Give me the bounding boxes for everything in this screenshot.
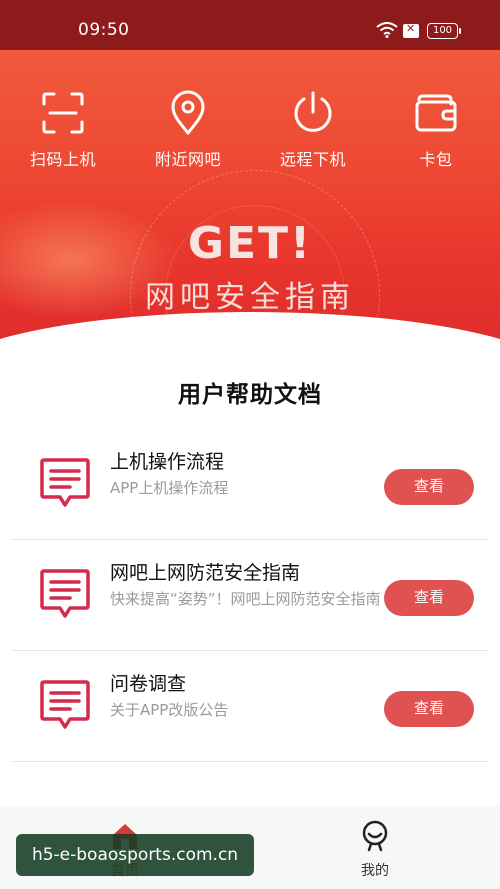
item-subtitle: 关于APP改版公告 xyxy=(110,701,229,719)
scan-icon xyxy=(42,92,84,134)
nearby-cafe-label: 附近网吧 xyxy=(154,150,221,169)
list-item[interactable]: 问卷调查 关于APP改版公告 查看 xyxy=(0,659,500,769)
document-icon xyxy=(40,569,90,618)
hero-banner: 扫码上机 附近网吧 远程下机 卡包 GET! 网吧安全指南 xyxy=(0,50,500,355)
view-button[interactable]: 查看 xyxy=(384,469,474,505)
power-icon xyxy=(294,91,332,132)
item-title: 上机操作流程 xyxy=(110,451,225,473)
status-time: 09:50 xyxy=(78,20,130,40)
wallet-label: 卡包 xyxy=(419,150,453,169)
view-button[interactable]: 查看 xyxy=(384,580,474,616)
wallet-icon xyxy=(415,94,457,132)
nearby-cafe-button[interactable]: 附近网吧 xyxy=(133,90,243,170)
scan-login-label: 扫码上机 xyxy=(29,150,96,169)
banner-headline: GET! xyxy=(187,218,313,269)
list-item[interactable]: 上机操作流程 APP上机操作流程 查看 xyxy=(0,437,500,547)
remote-logout-button[interactable]: 远程下机 xyxy=(258,90,368,170)
banner-subtitle: 网吧安全指南 xyxy=(145,280,355,315)
divider xyxy=(12,650,488,651)
wifi-icon xyxy=(376,22,398,38)
status-bar: 09:50 100 xyxy=(0,0,500,50)
item-title: 网吧上网防范安全指南 xyxy=(110,562,301,584)
item-subtitle: APP上机操作流程 xyxy=(110,479,229,497)
scan-login-button[interactable]: 扫码上机 xyxy=(8,90,118,170)
document-icon xyxy=(40,458,90,507)
tab-mine-label: 我的 xyxy=(361,863,389,879)
divider xyxy=(12,539,488,540)
item-title: 问卷调查 xyxy=(110,673,187,695)
item-subtitle: 快来提高“姿势”！网吧上网防范安全指南 xyxy=(110,590,381,608)
document-icon xyxy=(40,680,90,729)
battery-indicator: 100 xyxy=(427,23,461,39)
section-title: 用户帮助文档 xyxy=(178,382,322,408)
list-item[interactable]: 网吧上网防范安全指南 快来提高“姿势”！网吧上网防范安全指南 查看 xyxy=(0,548,500,658)
divider xyxy=(12,761,488,762)
watermark: h5-e-boaosports.com.cn xyxy=(16,834,254,876)
no-sim-icon xyxy=(403,22,419,38)
location-icon xyxy=(171,90,205,135)
view-button[interactable]: 查看 xyxy=(384,691,474,727)
tab-mine[interactable]: 我的 xyxy=(330,820,420,880)
wallet-button[interactable]: 卡包 xyxy=(381,90,491,170)
remote-logout-label: 远程下机 xyxy=(279,150,346,169)
user-icon xyxy=(362,820,388,852)
